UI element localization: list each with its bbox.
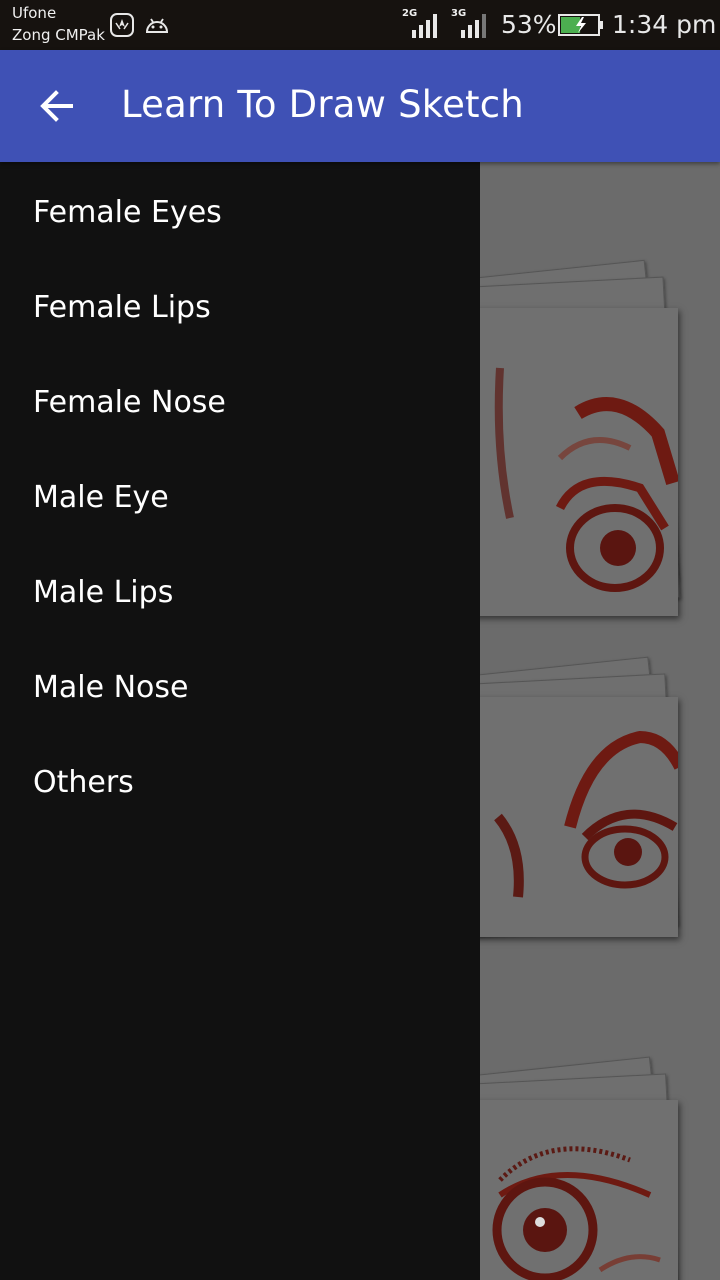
eye-sketch-image bbox=[494, 730, 686, 898]
carrier-name-1: Ufone bbox=[12, 4, 57, 22]
navigation-drawer: Female Eyes Female Lips Female Nose Male… bbox=[0, 162, 480, 1280]
signal-strength-2-icon bbox=[461, 14, 486, 38]
page-title: Learn To Draw Sketch bbox=[121, 83, 524, 126]
drawer-item-female-lips[interactable]: Female Lips bbox=[0, 260, 480, 355]
drawer-item-others[interactable]: Others bbox=[0, 735, 480, 830]
screen: Ufone Zong CMPak 2G 3G 53% 1:34 pm Learn… bbox=[0, 0, 720, 1280]
drawer-item-male-lips[interactable]: Male Lips bbox=[0, 545, 480, 640]
battery-percentage: 53% bbox=[501, 10, 557, 39]
signal-strength-1-icon bbox=[412, 14, 437, 38]
android-icon bbox=[145, 18, 169, 33]
drawer-item-female-nose[interactable]: Female Nose bbox=[0, 355, 480, 450]
drawer-item-male-nose[interactable]: Male Nose bbox=[0, 640, 480, 735]
status-bar: Ufone Zong CMPak 2G 3G 53% 1:34 pm bbox=[0, 0, 720, 50]
battery-charging-icon bbox=[558, 14, 603, 36]
huawei-icon bbox=[110, 13, 134, 37]
eye-sketch-image bbox=[494, 367, 680, 592]
app-toolbar: Learn To Draw Sketch bbox=[0, 50, 720, 162]
eye-sketch-image bbox=[492, 1146, 661, 1280]
back-button[interactable] bbox=[24, 74, 88, 138]
carrier-name-2: Zong CMPak bbox=[12, 26, 105, 44]
clock: 1:34 pm bbox=[612, 10, 717, 39]
drawer-item-male-eye[interactable]: Male Eye bbox=[0, 450, 480, 545]
drawer-item-female-eyes[interactable]: Female Eyes bbox=[0, 165, 480, 260]
arrow-left-icon bbox=[40, 90, 73, 122]
